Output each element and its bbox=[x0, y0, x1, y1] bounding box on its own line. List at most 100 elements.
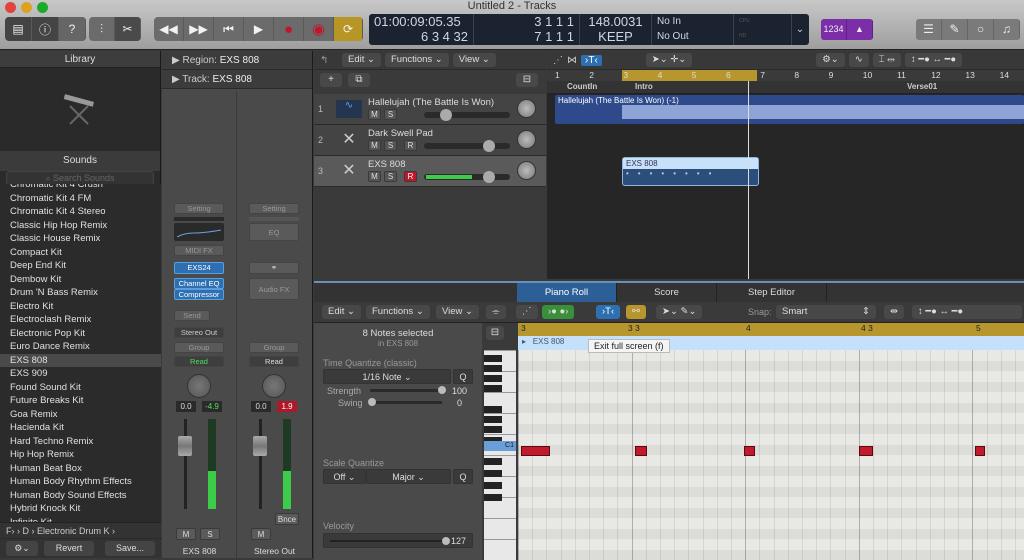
audio-fx-slot[interactable]: Audio FX bbox=[249, 278, 299, 300]
sound-list-item[interactable]: Electronic Pop Kit bbox=[0, 327, 161, 341]
pr-edit-menu[interactable]: Edit ⌄ bbox=[322, 305, 361, 319]
pr-functions-menu[interactable]: Functions ⌄ bbox=[366, 305, 430, 319]
sound-list-item[interactable]: Human Body Sound Effects bbox=[0, 489, 161, 503]
arrange-area[interactable]: ⋰ ⋈ ›T‹ ➤⌄ ✛⌄ ⚙⌄ ∿ ⌶ ⇹ ↕ ━● ↔ ━● 1234567… bbox=[547, 51, 1024, 279]
pan-knob[interactable] bbox=[517, 99, 536, 118]
volume-handle[interactable] bbox=[483, 171, 495, 183]
track-m-button[interactable]: M bbox=[368, 171, 381, 182]
midi-note[interactable] bbox=[521, 446, 550, 456]
sound-list-item[interactable]: Electro Kit bbox=[0, 300, 161, 314]
instrument-slot[interactable]: EXS24 bbox=[174, 262, 224, 274]
fx-slot-compressor[interactable]: Compressor bbox=[174, 289, 224, 300]
sound-list-item[interactable]: Human Body Rhythm Effects bbox=[0, 475, 161, 489]
right-locator[interactable]: 7 1 1 1 bbox=[479, 29, 574, 44]
notepad-icon[interactable]: ✎ bbox=[942, 19, 968, 40]
bounce-button[interactable]: Bnce bbox=[275, 513, 299, 525]
volume-handle[interactable] bbox=[483, 140, 495, 152]
pan-knob[interactable] bbox=[517, 161, 536, 180]
library-path[interactable]: F› › D › Electronic Drum K › bbox=[0, 522, 161, 538]
solo-button[interactable]: S bbox=[200, 528, 220, 540]
mute-button[interactable]: M bbox=[251, 528, 271, 540]
loops-icon[interactable]: ○ bbox=[968, 19, 994, 40]
white-key[interactable] bbox=[484, 413, 516, 414]
library-icon[interactable]: ▤ bbox=[5, 17, 32, 41]
search-sounds-input[interactable]: ⌕ Search Sounds bbox=[6, 171, 154, 185]
track-s-button[interactable]: S bbox=[384, 140, 397, 151]
midi-note[interactable] bbox=[744, 446, 755, 456]
fast-forward-icon[interactable]: ▶▶ bbox=[184, 17, 214, 41]
sound-list-item[interactable]: Classic House Remix bbox=[0, 232, 161, 246]
pr-ruler[interactable]: 33 344 35 bbox=[518, 323, 1024, 336]
sound-list-item[interactable]: EXS 909 bbox=[0, 367, 161, 381]
tempo-mode[interactable]: KEEP bbox=[585, 29, 646, 44]
browsers-icon[interactable]: ♫ bbox=[994, 19, 1020, 40]
collapse-icon[interactable]: ⌯ bbox=[486, 305, 506, 319]
track-m-button[interactable]: M bbox=[368, 109, 381, 120]
cycle-icon[interactable]: ⟳ bbox=[334, 17, 363, 41]
sound-list-item[interactable]: EXS 808 bbox=[0, 354, 161, 368]
tempo-readout[interactable]: 148.0031 bbox=[585, 14, 646, 29]
volume-fader-handle[interactable] bbox=[178, 436, 192, 456]
eq-thumbnail[interactable] bbox=[174, 223, 224, 241]
help-icon[interactable]: ? bbox=[59, 17, 86, 41]
midi-fx-slot[interactable]: MIDI FX bbox=[174, 245, 224, 256]
catch-icon[interactable]: ›T‹ bbox=[581, 55, 602, 66]
midi-note[interactable] bbox=[635, 446, 647, 456]
left-locator[interactable]: 3 1 1 1 bbox=[479, 14, 574, 29]
flex-icon[interactable]: ⋈ bbox=[567, 55, 577, 66]
sound-list-item[interactable]: Hip Hop Remix bbox=[0, 448, 161, 462]
track-volume-slider[interactable] bbox=[424, 143, 510, 149]
white-key[interactable] bbox=[484, 539, 516, 540]
marker-countin[interactable]: CountIn bbox=[567, 82, 597, 91]
audio-region[interactable]: Hallelujah (The Battle Is Won) (-1) bbox=[555, 95, 1024, 124]
black-key[interactable] bbox=[484, 355, 502, 362]
record-icon[interactable]: ● bbox=[274, 17, 304, 41]
go-to-start-icon[interactable]: ⏮ bbox=[214, 17, 244, 41]
zoom-sliders[interactable]: ↕ ━● ↔ ━● bbox=[905, 53, 962, 67]
sound-list-item[interactable]: Compact Kit bbox=[0, 246, 161, 260]
black-key[interactable] bbox=[484, 482, 502, 489]
scale-type-select[interactable]: Major ⌄ bbox=[366, 469, 451, 484]
sound-list-item[interactable]: Future Breaks Kit bbox=[0, 394, 161, 408]
black-key[interactable] bbox=[484, 458, 502, 465]
tab-step-editor[interactable]: Step Editor bbox=[717, 283, 827, 302]
sound-list-item[interactable]: Drum 'N Bass Remix bbox=[0, 286, 161, 300]
global-tracks-button[interactable]: ⊟ bbox=[516, 73, 538, 87]
metronome-icon[interactable]: ▲ bbox=[847, 19, 873, 40]
white-key[interactable] bbox=[484, 518, 516, 519]
gear-icon[interactable]: ⚙⌄ bbox=[6, 541, 38, 556]
sound-list-item[interactable]: Hacienda Kit bbox=[0, 421, 161, 435]
sound-list-item[interactable]: Electroclash Remix bbox=[0, 313, 161, 327]
region-inspector-header[interactable]: ▶ Region: EXS 808 bbox=[162, 51, 312, 70]
track-inspector-header[interactable]: ▶ Track: EXS 808 bbox=[162, 70, 312, 89]
eq-slot[interactable]: EQ bbox=[249, 223, 299, 241]
swing-slider[interactable] bbox=[370, 401, 442, 404]
track-row[interactable]: 1∿Hallelujah (The Battle Is Won)MS bbox=[314, 94, 546, 125]
automation-icon[interactable]: ⋰ bbox=[553, 55, 563, 66]
velocity-slider[interactable]: 127 bbox=[323, 533, 473, 548]
track-r-button[interactable]: R bbox=[404, 140, 417, 151]
volume-fader-handle[interactable] bbox=[253, 436, 267, 456]
track-row[interactable]: 2✕Dark Swell PadMSR bbox=[314, 125, 546, 156]
track-volume-slider[interactable] bbox=[424, 174, 510, 180]
black-key[interactable] bbox=[484, 470, 502, 477]
link-icon[interactable]: ⚯ bbox=[626, 305, 646, 319]
waveform-zoom-icon[interactable]: ∿ bbox=[849, 53, 869, 67]
marker-track[interactable]: CountIn Intro Verse01 bbox=[547, 81, 1024, 94]
punch-out[interactable]: No Out bbox=[657, 29, 728, 44]
track-row[interactable]: 3✕EXS 808MSR bbox=[314, 156, 546, 187]
view-menu[interactable]: View ⌄ bbox=[453, 53, 496, 67]
track-volume-slider[interactable] bbox=[424, 112, 510, 118]
white-key[interactable] bbox=[484, 434, 516, 435]
scale-quantize-button[interactable]: Q bbox=[453, 469, 473, 484]
catch-icon[interactable]: ›T‹ bbox=[596, 305, 620, 319]
sound-list-item[interactable]: Hard Techno Remix bbox=[0, 435, 161, 449]
midi-note[interactable] bbox=[859, 446, 873, 456]
white-key[interactable] bbox=[484, 350, 516, 351]
sound-list-item[interactable]: Chromatic Kit 4 FM bbox=[0, 192, 161, 206]
track-m-button[interactable]: M bbox=[368, 140, 381, 151]
marker-intro[interactable]: Intro bbox=[635, 82, 653, 91]
sound-list-item[interactable]: Chromatic Kit 4 Crush bbox=[0, 184, 161, 192]
mute-button[interactable]: M bbox=[176, 528, 196, 540]
playhead[interactable] bbox=[748, 81, 749, 279]
